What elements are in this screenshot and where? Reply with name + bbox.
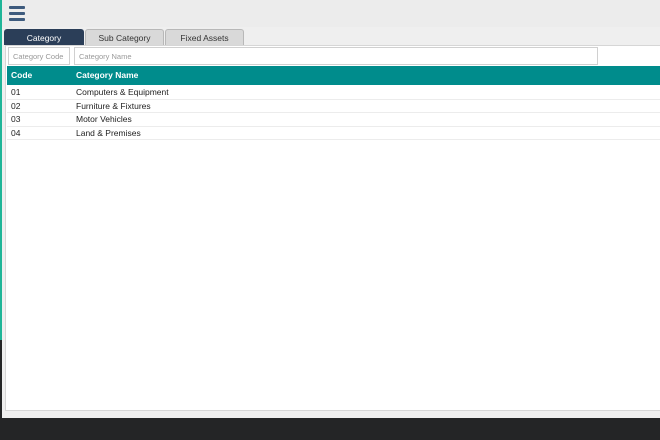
tab-fixed-assets[interactable]: Fixed Assets	[165, 29, 244, 45]
category-code-filter[interactable]	[8, 47, 70, 65]
app-window: Category Sub Category Fixed Assets Code …	[2, 0, 660, 418]
table-row[interactable]: 01 Computers & Equipment	[7, 86, 660, 100]
column-header-code[interactable]: Code	[11, 66, 32, 85]
table-row[interactable]: 02 Furniture & Fixtures	[7, 100, 660, 113]
table-body: 01 Computers & Equipment 02 Furniture & …	[7, 86, 660, 140]
row-code: 03	[11, 114, 21, 124]
table-header: Code Category Name	[7, 66, 660, 85]
hamburger-menu-icon[interactable]	[9, 6, 25, 21]
top-bar	[2, 0, 660, 27]
category-panel: Code Category Name 01 Computers & Equipm…	[5, 45, 660, 411]
table-row[interactable]: 03 Motor Vehicles	[7, 113, 660, 127]
table-row[interactable]: 04 Land & Premises	[7, 127, 660, 140]
row-category-name: Computers & Equipment	[76, 87, 169, 97]
row-category-name: Furniture & Fixtures	[76, 100, 151, 111]
tab-sub-category[interactable]: Sub Category	[85, 29, 164, 45]
row-category-name: Land & Premises	[76, 127, 141, 138]
row-category-name: Motor Vehicles	[76, 114, 132, 124]
column-header-category-name[interactable]: Category Name	[76, 66, 138, 85]
category-name-filter[interactable]	[74, 47, 598, 65]
row-code: 02	[11, 100, 21, 111]
row-code: 04	[11, 127, 21, 138]
tab-category[interactable]: Category	[4, 29, 84, 45]
row-code: 01	[11, 87, 21, 97]
